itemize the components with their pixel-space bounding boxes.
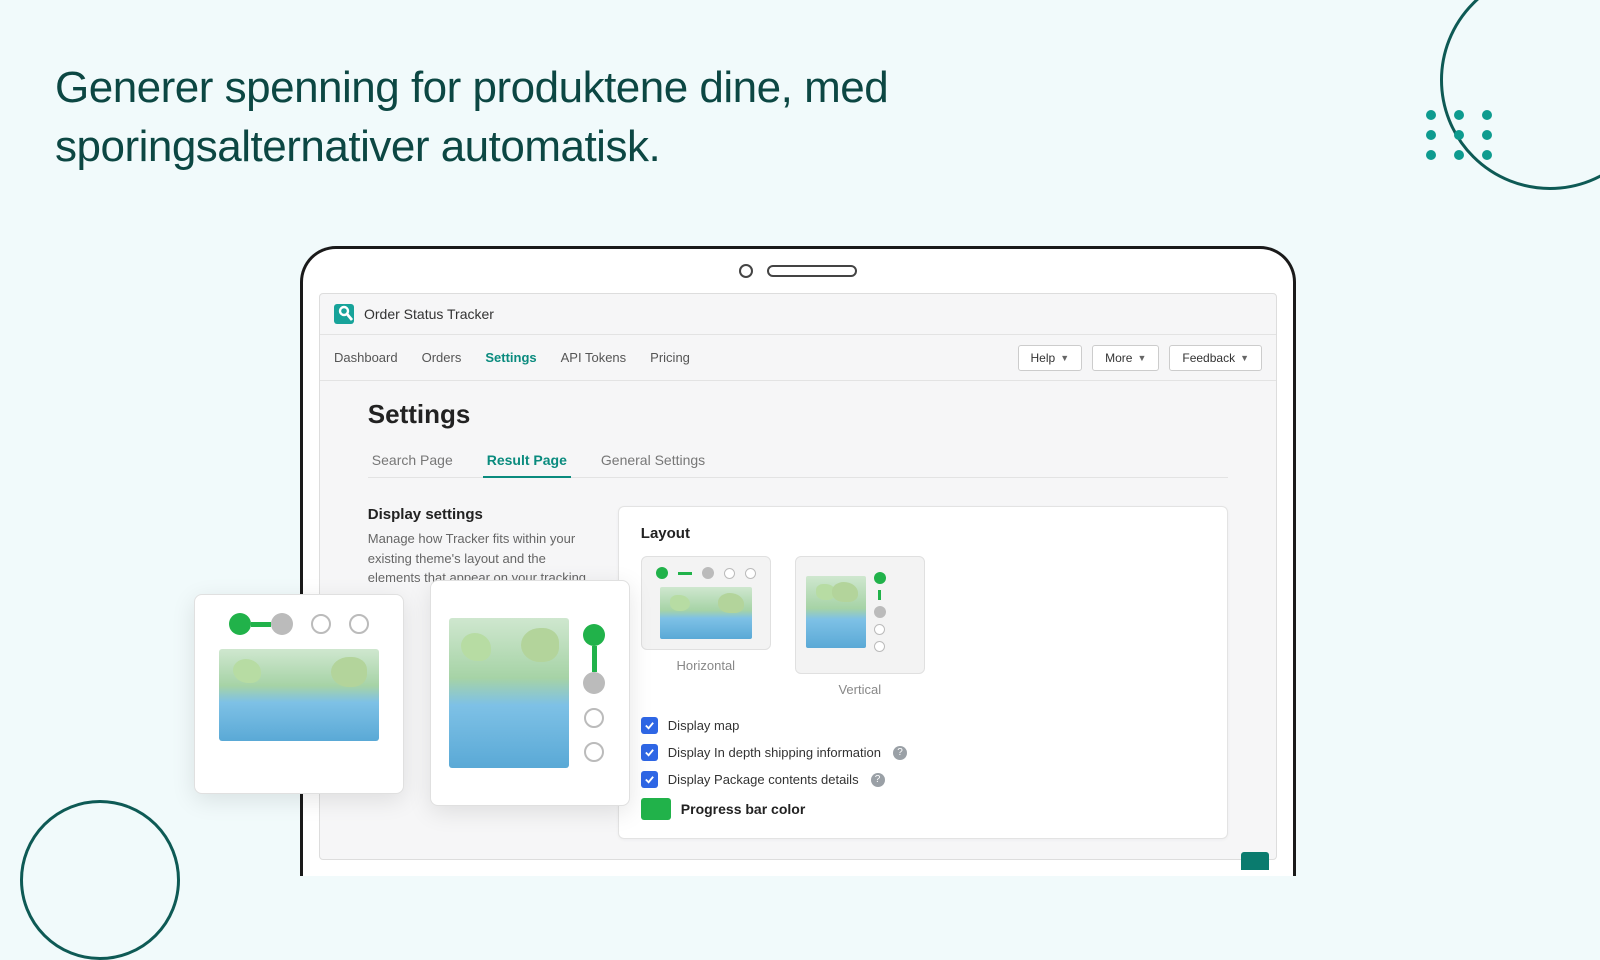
map-icon <box>806 576 866 648</box>
map-icon <box>219 649 379 741</box>
marketing-headline: Generer spenning for produktene dine, me… <box>55 58 955 177</box>
checkbox-display-package[interactable] <box>641 771 658 788</box>
checkbox-display-shipping-label: Display In depth shipping information <box>668 745 881 760</box>
help-icon[interactable]: ? <box>871 773 885 787</box>
more-button-label: More <box>1105 351 1132 365</box>
progress-bar-color-row: Progress bar color <box>641 798 1205 820</box>
subtabs: Search Page Result Page General Settings <box>368 444 1228 478</box>
mini-progress-vertical <box>874 572 886 652</box>
decor-dots <box>1426 110 1500 160</box>
caret-down-icon: ▼ <box>1240 353 1249 363</box>
checkbox-display-shipping[interactable] <box>641 744 658 761</box>
app-titlebar: Order Status Tracker <box>320 294 1276 335</box>
checkbox-display-map-row: Display map <box>641 717 1205 734</box>
color-swatch[interactable] <box>641 798 671 820</box>
layout-label-vertical: Vertical <box>795 682 925 697</box>
more-button[interactable]: More ▼ <box>1092 345 1159 371</box>
feedback-button[interactable]: Feedback ▼ <box>1169 345 1262 371</box>
subtab-search-page[interactable]: Search Page <box>368 444 457 477</box>
checkbox-display-map[interactable] <box>641 717 658 734</box>
checkbox-display-package-row: Display Package contents details ? <box>641 771 1205 788</box>
layout-panel: Layout <box>618 506 1228 839</box>
layout-option-horizontal[interactable]: Horizontal <box>641 556 771 697</box>
tablet-top-bar <box>303 249 1293 293</box>
checkbox-display-package-label: Display Package contents details <box>668 772 859 787</box>
help-icon[interactable]: ? <box>893 746 907 760</box>
decor-circle-bottom-left <box>20 800 180 960</box>
preview-card-horizontal <box>194 594 404 794</box>
color-label: Progress bar color <box>681 801 806 817</box>
checkbox-display-map-label: Display map <box>668 718 740 733</box>
section-title: Display settings <box>368 506 588 523</box>
nav-item-settings[interactable]: Settings <box>485 350 536 365</box>
nav-item-pricing[interactable]: Pricing <box>650 350 690 365</box>
mini-progress-horizontal <box>652 567 760 579</box>
decor-circle-top-right <box>1440 0 1600 190</box>
panel-title: Layout <box>641 525 1205 542</box>
feedback-button-label: Feedback <box>1182 351 1235 365</box>
app-title: Order Status Tracker <box>364 306 494 322</box>
help-button-label: Help <box>1031 351 1056 365</box>
nav-item-dashboard[interactable]: Dashboard <box>334 350 398 365</box>
checkbox-display-shipping-row: Display In depth shipping information ? <box>641 744 1205 761</box>
progress-bar-vertical <box>583 624 605 762</box>
map-icon <box>660 587 752 639</box>
subtab-general-settings[interactable]: General Settings <box>597 444 709 477</box>
save-button-peek[interactable] <box>1241 852 1269 870</box>
tablet-camera-icon <box>739 264 753 278</box>
layout-option-vertical[interactable]: Vertical <box>795 556 925 697</box>
nav-right: Help ▼ More ▼ Feedback ▼ <box>1018 345 1263 371</box>
help-button[interactable]: Help ▼ <box>1018 345 1083 371</box>
preview-card-vertical <box>430 580 630 806</box>
caret-down-icon: ▼ <box>1137 353 1146 363</box>
caret-down-icon: ▼ <box>1060 353 1069 363</box>
navbar: Dashboard Orders Settings API Tokens Pri… <box>320 335 1276 381</box>
nav-item-api-tokens[interactable]: API Tokens <box>561 350 627 365</box>
page-title: Settings <box>368 399 1228 430</box>
nav-left: Dashboard Orders Settings API Tokens Pri… <box>334 350 690 365</box>
tablet-speaker-icon <box>767 265 857 277</box>
map-icon <box>449 618 569 768</box>
layout-label-horizontal: Horizontal <box>641 658 771 673</box>
nav-item-orders[interactable]: Orders <box>422 350 462 365</box>
progress-bar-horizontal <box>229 613 369 635</box>
subtab-result-page[interactable]: Result Page <box>483 444 571 478</box>
app-logo-icon <box>334 304 354 324</box>
